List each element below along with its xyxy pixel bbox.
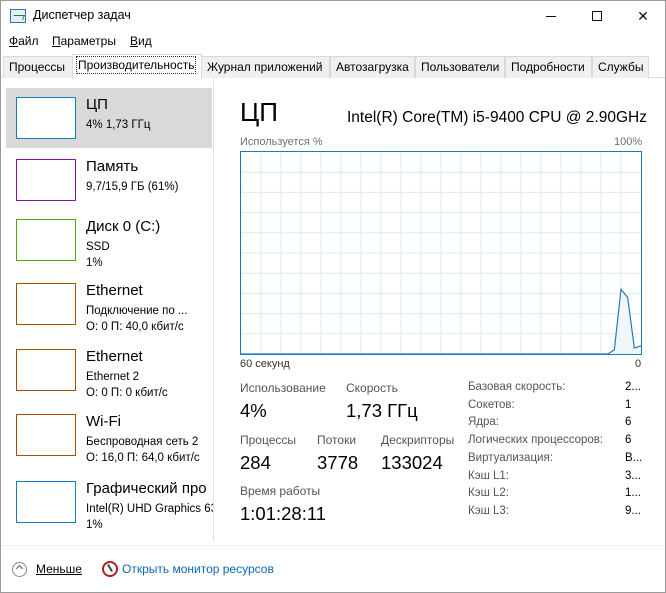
sidebar-item-name: Ethernet bbox=[86, 348, 143, 365]
sidebar-item-detail: Подключение по ... bbox=[86, 305, 188, 317]
sidebar-item-name: Графический про bbox=[86, 480, 207, 497]
detail-label: Виртуализация: bbox=[468, 451, 553, 464]
sidebar-item-detail: Беспроводная сеть 2 bbox=[86, 436, 199, 448]
menu-options[interactable]: Параметры bbox=[52, 34, 116, 48]
graph-x-left-label: 60 секунд bbox=[240, 358, 290, 370]
tab-users[interactable]: Пользователи bbox=[415, 56, 505, 78]
uptime-value: 1:01:28:11 bbox=[240, 503, 327, 524]
handles-value: 133024 bbox=[381, 452, 443, 473]
chevron-up-icon[interactable] bbox=[12, 562, 27, 577]
sidebar-item-detail: 9,7/15,9 ГБ (61%) bbox=[86, 181, 179, 193]
tab-startup[interactable]: Автозагрузка bbox=[330, 56, 415, 78]
cpu-usage-graph bbox=[240, 151, 642, 355]
window-title: Диспетчер задач bbox=[33, 8, 131, 22]
sidebar-item-detail: О: 16,0 П: 64,0 кбит/с bbox=[86, 452, 200, 464]
minimize-button[interactable] bbox=[528, 1, 574, 31]
sidebar-item[interactable]: Wi-Fi Беспроводная сеть 2 О: 16,0 П: 64,0 … bbox=[6, 405, 212, 465]
close-icon: ✕ bbox=[637, 7, 649, 24]
detail-label: Логических процессоров: bbox=[468, 434, 604, 447]
processes-value: 284 bbox=[240, 452, 271, 473]
sidebar-item-thumbnail bbox=[16, 349, 76, 391]
detail-label: Ядра: bbox=[468, 416, 500, 429]
fewer-details-button[interactable]: Меньше bbox=[36, 562, 82, 576]
sidebar-item-detail: SSD bbox=[86, 241, 110, 253]
graph-label: Используется % bbox=[240, 136, 323, 148]
resource-monitor-icon[interactable] bbox=[102, 561, 118, 577]
uptime-label: Время работы bbox=[240, 484, 321, 498]
detail-value: 1 bbox=[625, 398, 632, 411]
minimize-icon bbox=[546, 15, 556, 17]
sidebar-item-thumbnail bbox=[16, 283, 76, 325]
detail-value: 1... bbox=[625, 487, 641, 500]
sidebar-item[interactable]: Ethernet Подключение по ... О: 0 П: 40,0 к… bbox=[6, 274, 212, 334]
resource-list: ЦП 4% 1,73 ГГц Память 9,7/15,9 ГБ (61%) Диск… bbox=[2, 78, 214, 541]
detail-label: Кэш L2: bbox=[468, 487, 509, 500]
tab-strip: Процессы Производительность Журнал прило… bbox=[1, 54, 665, 79]
maximize-icon bbox=[592, 11, 602, 21]
sidebar-item-thumbnail bbox=[16, 159, 76, 201]
detail-value: 2... bbox=[625, 381, 641, 393]
detail-value: 6 bbox=[625, 434, 632, 447]
sidebar-item-detail: О: 0 П: 0 кбит/с bbox=[86, 387, 168, 399]
tab-details[interactable]: Подробности bbox=[505, 56, 592, 78]
sidebar-item-thumbnail bbox=[16, 481, 76, 523]
sidebar-item-detail: Intel(R) UHD Graphics 63 bbox=[86, 503, 214, 515]
graph-max-label: 100% bbox=[614, 136, 643, 148]
threads-label: Потоки bbox=[317, 433, 357, 447]
sidebar-item-name: Память bbox=[86, 158, 139, 175]
sidebar-item-name: Диск 0 (C:) bbox=[86, 218, 161, 235]
sidebar-item-detail: 1% bbox=[86, 257, 103, 269]
detail-label: Кэш L1: bbox=[468, 469, 509, 482]
menu-bar: Файл Параметры Вид bbox=[1, 32, 665, 52]
sidebar-item-thumbnail bbox=[16, 97, 76, 139]
sidebar-item-detail: 4% 1,73 ГГц bbox=[86, 119, 151, 131]
task-manager-icon bbox=[10, 9, 26, 23]
sidebar-item-detail: Ethernet 2 bbox=[86, 371, 140, 383]
sidebar-item[interactable]: Память 9,7/15,9 ГБ (61%) bbox=[6, 150, 212, 210]
detail-label: Сокетов: bbox=[468, 398, 515, 411]
usage-value: 4% bbox=[240, 400, 267, 421]
sidebar-item[interactable]: ЦП 4% 1,73 ГГц bbox=[6, 88, 212, 148]
threads-value: 3778 bbox=[317, 452, 359, 473]
sidebar-item-name: Ethernet bbox=[86, 282, 143, 299]
speed-value: 1,73 ГГц bbox=[346, 400, 418, 421]
tab-performance[interactable]: Производительность bbox=[72, 54, 202, 79]
detail-label: Базовая скорость: bbox=[468, 381, 566, 393]
sidebar-item-name: ЦП bbox=[86, 96, 108, 113]
handles-label: Дескрипторы bbox=[381, 433, 455, 447]
detail-value: В... bbox=[625, 451, 643, 464]
graph-x-right-label: 0 bbox=[635, 358, 642, 370]
sidebar-item[interactable]: Диск 0 (C:) SSD 1% bbox=[6, 210, 212, 270]
tab-services[interactable]: Службы bbox=[592, 56, 649, 78]
cpu-model: Intel(R) Core(TM) i5-9400 CPU @ 2.90GHz bbox=[347, 109, 647, 126]
speed-label: Скорость bbox=[346, 381, 398, 395]
title-bar: Диспетчер задач ✕ bbox=[1, 1, 665, 31]
detail-value: 9... bbox=[625, 504, 641, 517]
close-button[interactable]: ✕ bbox=[620, 1, 666, 31]
open-resource-monitor-link[interactable]: Открыть монитор ресурсов bbox=[122, 562, 274, 576]
sidebar-item-detail: О: 0 П: 40,0 кбит/с bbox=[86, 321, 184, 333]
detail-label: Кэш L3: bbox=[468, 504, 509, 517]
menu-file[interactable]: Файл bbox=[9, 34, 39, 48]
cpu-title: ЦП bbox=[240, 97, 278, 127]
menu-view[interactable]: Вид bbox=[130, 34, 152, 48]
maximize-button[interactable] bbox=[574, 1, 620, 31]
processes-label: Процессы bbox=[240, 433, 297, 447]
detail-value: 6 bbox=[625, 416, 632, 429]
sidebar-item[interactable]: Ethernet Ethernet 2 О: 0 П: 0 кбит/с bbox=[6, 340, 212, 400]
sidebar-item-thumbnail bbox=[16, 414, 76, 456]
sidebar-item-thumbnail bbox=[16, 219, 76, 261]
sidebar-item[interactable]: Графический про Intel(R) UHD Graphics 63 1… bbox=[6, 472, 214, 532]
sidebar-item-detail: 1% bbox=[86, 519, 103, 531]
footer-separator bbox=[1, 545, 665, 546]
task-manager-window: Диспетчер задач ✕ Файл Параметры Вид Про… bbox=[0, 0, 666, 593]
tab-processes[interactable]: Процессы bbox=[3, 56, 73, 78]
sidebar-item-name: Wi-Fi bbox=[86, 413, 121, 430]
usage-label: Использование bbox=[240, 381, 326, 395]
tab-app-history[interactable]: Журнал приложений bbox=[201, 56, 330, 78]
detail-value: 3... bbox=[625, 469, 641, 482]
